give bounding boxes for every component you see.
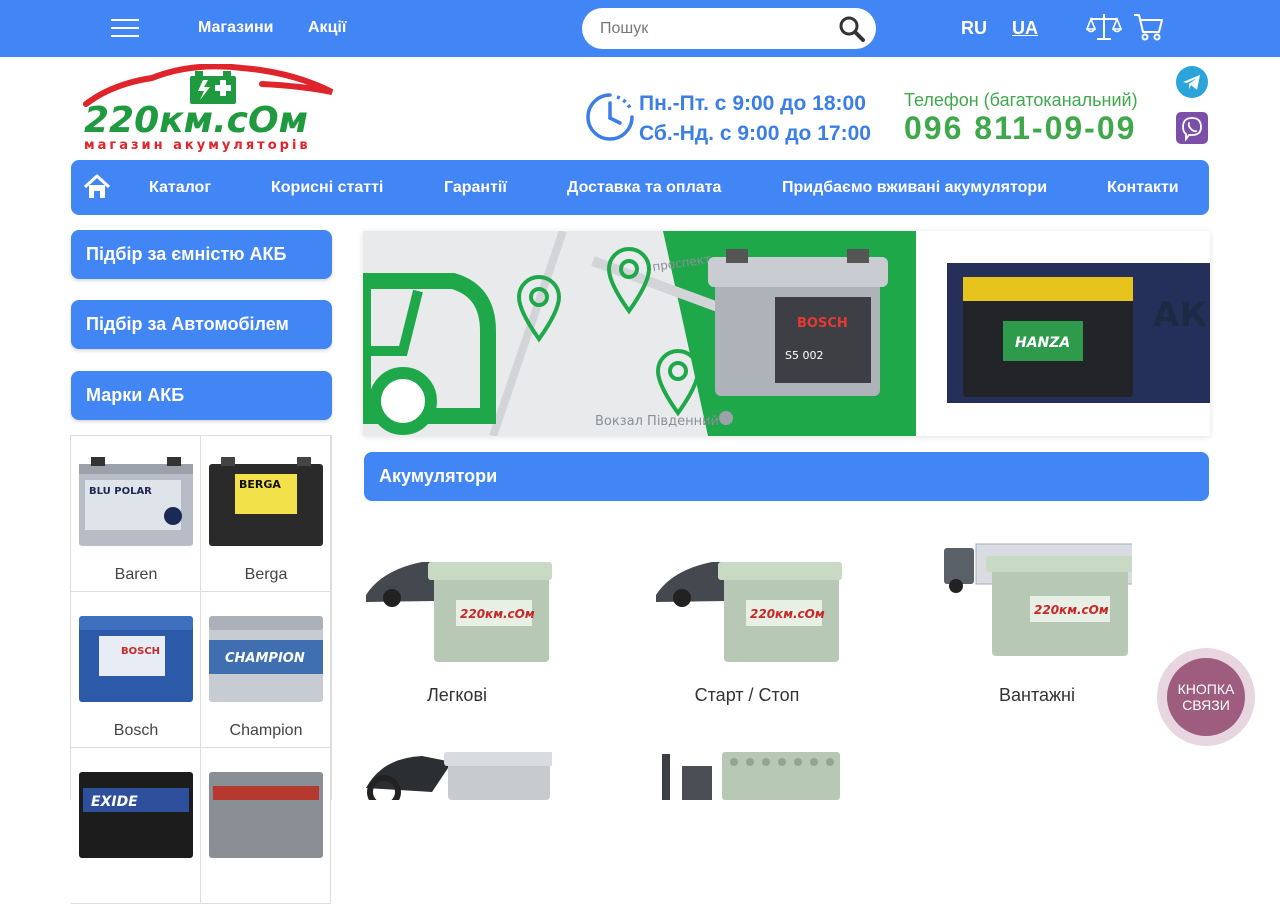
start-stop-battery-image: 220км.сОм — [656, 562, 842, 662]
baren-battery-label: BLU POLAR — [89, 486, 152, 497]
search-icon[interactable] — [838, 15, 866, 43]
clock-icon — [586, 93, 634, 141]
promo-banner[interactable]: проспект Вокзал Південний BOSCH S5 002 H… — [363, 231, 1210, 436]
category-moto[interactable] — [362, 748, 562, 800]
nav-catalog[interactable]: Каталог — [149, 178, 211, 198]
contact-line-1: КНОПКА — [1177, 681, 1235, 697]
contact-line-2: СВЯЗИ — [1182, 697, 1230, 713]
passenger-battery-image: 220км.сОм — [366, 562, 552, 662]
brand-exide[interactable]: EXIDE — [71, 748, 201, 904]
battery-brands-button[interactable]: Марки АКБ — [71, 371, 332, 420]
filter-by-capacity-button[interactable]: Підбір за ємністю АКБ — [71, 230, 332, 279]
berga-battery-image: BERGA — [209, 457, 323, 546]
brand-champion[interactable]: CHAMPION Champion — [201, 592, 331, 748]
nav-warranty[interactable]: Гарантії — [444, 178, 507, 198]
nav-buy-used[interactable]: Придбаємо вживані акумулятори — [782, 178, 1047, 198]
contact-widget-button[interactable]: КНОПКА СВЯЗИ — [1157, 648, 1255, 746]
viber-icon[interactable] — [1176, 112, 1208, 144]
filter-by-car-button[interactable]: Підбір за Автомобілем — [71, 300, 332, 349]
category-start-stop[interactable]: 220км.сОм Старт / Стоп — [652, 540, 852, 710]
logo-tagline: магазин акумуляторів — [84, 138, 311, 153]
lang-ru[interactable]: RU — [961, 18, 987, 38]
brand-name: Champion — [229, 722, 303, 739]
section-title: Акумулятори — [364, 452, 1209, 501]
banner-side-text: АККУ — [1153, 295, 1210, 335]
brand-berga[interactable]: BERGA Berga — [201, 436, 331, 592]
moto-battery-image — [366, 752, 552, 800]
main-nav: Каталог Корисні статті Гарантії Доставка… — [71, 160, 1209, 215]
search-input[interactable] — [600, 8, 840, 49]
brand-grid: BLU POLAR Baren BERGA Berga BOSCH Bosch … — [70, 435, 332, 904]
search-box — [582, 8, 876, 49]
nav-stores-link[interactable]: Магазини — [198, 18, 273, 38]
banner-bosch-battery: BOSCH S5 002 — [708, 249, 888, 396]
site-logo[interactable]: 220км.сОм магазин акумуляторів — [82, 63, 340, 154]
battery-image — [209, 772, 323, 858]
phone-label: Телефон (багатоканальний) — [904, 90, 1138, 110]
nav-delivery[interactable]: Доставка та оплата — [567, 178, 721, 198]
traction-battery-image — [662, 752, 840, 800]
telegram-icon[interactable] — [1176, 66, 1208, 98]
brand-bosch[interactable]: BOSCH Bosch — [71, 592, 201, 748]
category-logo-text: 220км.сОм — [460, 607, 535, 621]
working-hours: Пн.-Пт. с 9:00 до 18:00 Сб.-Нд. с 9:00 д… — [639, 89, 871, 149]
lang-ua[interactable]: UA — [1012, 18, 1038, 38]
berga-battery-label: BERGA — [239, 478, 281, 491]
brand-name: Baren — [114, 566, 158, 583]
bosch-battery-image: BOSCH — [79, 616, 193, 702]
exide-battery-label: EXIDE — [91, 794, 138, 810]
category-name: Старт / Стоп — [694, 685, 800, 705]
bosch-battery-label: BOSCH — [121, 646, 160, 657]
brand-name: Bosch — [113, 722, 159, 739]
banner-hanza-label: HANZA — [1015, 335, 1070, 351]
brand-baren[interactable]: BLU POLAR Baren — [71, 436, 201, 592]
truck-battery-image: 220км.сОм — [944, 543, 1132, 656]
logo-wordmark: 220км.сОм — [84, 100, 308, 141]
phone-number[interactable]: 096 811-09-09 — [904, 110, 1136, 146]
category-trucks[interactable]: 220км.сОм Вантажні — [942, 540, 1142, 710]
champion-battery-image: CHAMPION — [209, 616, 323, 702]
hours-weekdays: Пн.-Пт. с 9:00 до 18:00 — [639, 92, 866, 115]
contact-widget-label: КНОПКА СВЯЗИ — [1167, 658, 1245, 736]
home-icon[interactable] — [83, 174, 111, 200]
brand-name: Berga — [244, 566, 288, 583]
champion-battery-label: CHAMPION — [225, 651, 305, 666]
category-logo-text: 220км.сОм — [1034, 603, 1109, 617]
nav-promotions-link[interactable]: Акції — [308, 18, 346, 38]
category-passenger[interactable]: 220км.сОм Легкові — [362, 540, 562, 710]
category-name: Вантажні — [999, 685, 1075, 705]
brand-unknown[interactable] — [201, 748, 331, 904]
banner-bosch-model: S5 002 — [785, 349, 823, 362]
banner-station-label: Вокзал Південний — [595, 414, 719, 429]
compare-scale-icon[interactable] — [1086, 11, 1122, 43]
category-name: Легкові — [426, 685, 488, 705]
category-traction[interactable] — [652, 748, 852, 800]
top-bar: Магазини Акції RU UA — [0, 0, 1280, 57]
nav-contacts[interactable]: Контакти — [1107, 178, 1179, 198]
nav-articles[interactable]: Корисні статті — [271, 178, 383, 198]
baren-battery-image: BLU POLAR — [79, 457, 193, 546]
menu-icon[interactable] — [111, 17, 139, 39]
hours-weekend: Сб.-Нд. с 9:00 до 17:00 — [639, 122, 871, 145]
category-logo-text: 220км.сОм — [750, 607, 825, 621]
cart-icon[interactable] — [1133, 12, 1165, 42]
banner-bosch-label: BOSCH — [797, 316, 848, 331]
exide-battery-image: EXIDE — [79, 772, 193, 858]
